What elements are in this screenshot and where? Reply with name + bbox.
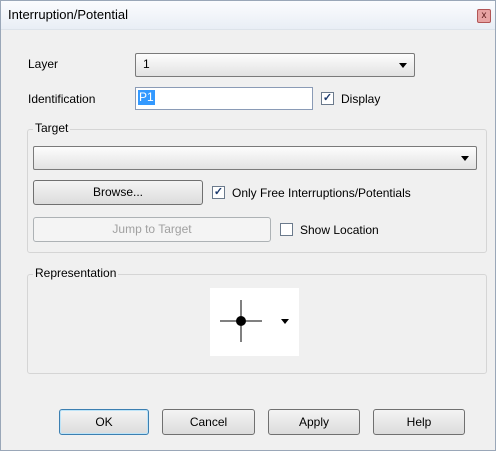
- layer-value: 1: [143, 57, 150, 71]
- help-button[interactable]: Help: [373, 409, 465, 435]
- representation-group-label: Representation: [33, 266, 119, 280]
- checkmark-icon: ✓: [322, 92, 333, 104]
- ok-button[interactable]: OK: [59, 409, 149, 435]
- target-group-label: Target: [33, 121, 71, 135]
- show-location-label: Show Location: [300, 223, 379, 237]
- identification-label: Identification: [28, 92, 96, 106]
- cancel-button[interactable]: Cancel: [162, 409, 255, 435]
- apply-button[interactable]: Apply: [268, 409, 360, 435]
- display-label: Display: [341, 92, 381, 106]
- dropdown-arrow-icon: [281, 319, 289, 324]
- close-icon[interactable]: x: [477, 9, 491, 23]
- only-free-checkbox[interactable]: ✓: [212, 186, 225, 199]
- chevron-down-icon: [461, 156, 469, 161]
- target-dropdown[interactable]: [33, 146, 477, 170]
- title-bar[interactable]: Interruption/Potential x: [1, 1, 495, 30]
- chevron-down-icon: [399, 63, 407, 68]
- identification-value: P1: [138, 90, 155, 105]
- checkmark-icon: ✓: [213, 186, 224, 198]
- show-location-checkbox[interactable]: [280, 223, 293, 236]
- identification-field[interactable]: P1: [135, 87, 313, 110]
- window-title: Interruption/Potential: [8, 7, 128, 22]
- layer-dropdown[interactable]: 1: [135, 53, 415, 77]
- crosshair-dot-icon: [220, 300, 289, 342]
- jump-to-target-button[interactable]: Jump to Target: [33, 217, 271, 242]
- dialog-window: Interruption/Potential x Layer 1 Identif…: [0, 0, 496, 451]
- display-checkbox[interactable]: ✓: [321, 92, 334, 105]
- layer-label: Layer: [28, 57, 59, 71]
- symbol-picker[interactable]: [210, 288, 299, 356]
- browse-button[interactable]: Browse...: [33, 180, 203, 205]
- only-free-label: Only Free Interruptions/Potentials: [232, 186, 411, 200]
